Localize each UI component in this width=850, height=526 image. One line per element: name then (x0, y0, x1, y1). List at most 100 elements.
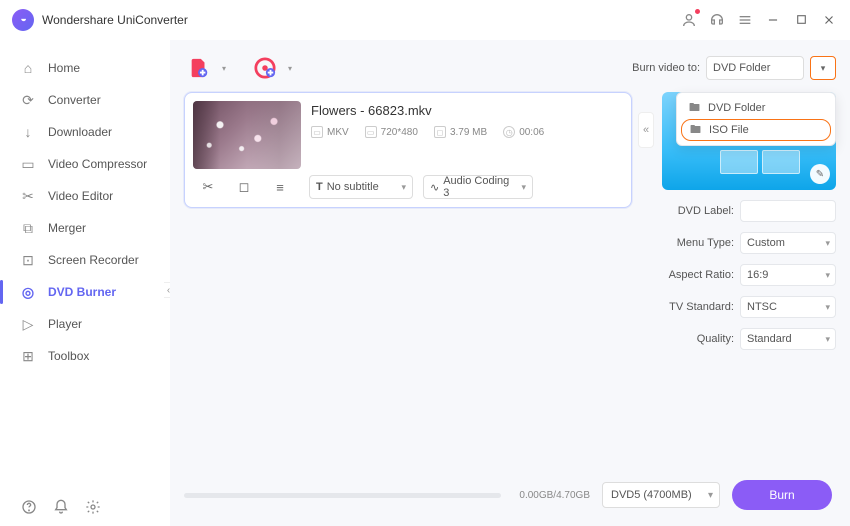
menu-type-label: Menu Type: (677, 237, 734, 249)
quality-label: Quality: (697, 333, 734, 345)
sidebar-item-video-compressor[interactable]: ▭ Video Compressor (0, 148, 170, 180)
audio-select[interactable]: ∿ Audio Coding 3 ▾ (423, 175, 533, 199)
chevron-down-icon[interactable]: ▾ (222, 64, 226, 73)
format-icon: ▭ (311, 126, 323, 138)
menu-type-select[interactable]: Custom (740, 232, 836, 254)
sidebar-item-label: Video Compressor (48, 157, 147, 171)
sidebar-item-home[interactable]: ⌂ Home (0, 52, 170, 84)
sidebar-item-video-editor[interactable]: ✂ Video Editor (0, 180, 170, 212)
user-icon[interactable] (680, 11, 698, 29)
toolbar: ▾ ▾ Burn video to: DVD Folder ▾ 🖿 DVD Fo… (184, 50, 836, 86)
maximize-button[interactable] (792, 11, 810, 29)
edit-theme-button[interactable]: ✎ (810, 164, 830, 184)
dropdown-item-label: ISO File (709, 124, 749, 136)
burn-target-select[interactable]: DVD Folder (706, 56, 804, 80)
sidebar-item-label: Home (48, 61, 80, 75)
aspect-ratio-label: Aspect Ratio: (669, 269, 734, 281)
help-icon[interactable] (20, 498, 38, 516)
file-card[interactable]: Flowers - 66823.mkv ▭ MKV ▭ 720*480 ◻ 3.79 … (184, 92, 632, 208)
sidebar-item-label: Downloader (48, 125, 112, 139)
resolution-icon: ▭ (365, 126, 377, 138)
chevron-down-icon: ▾ (521, 182, 526, 193)
dropdown-item-label: DVD Folder (708, 102, 765, 114)
aspect-ratio-select[interactable]: 16:9 (740, 264, 836, 286)
prev-theme-button[interactable]: « (638, 112, 654, 148)
burn-target-dropdown-button[interactable]: ▾ (810, 56, 836, 80)
dropdown-item-dvd-folder[interactable]: 🖿 DVD Folder (681, 97, 831, 119)
sidebar-item-label: Converter (48, 93, 101, 107)
file-duration: 00:06 (519, 127, 544, 138)
tv-standard-label: TV Standard: (669, 301, 734, 313)
merger-icon: ⧉ (20, 220, 36, 236)
audio-label: Audio Coding 3 (443, 175, 517, 199)
size-text: 0.00GB/4.70GB (519, 490, 590, 501)
dvd-label-input[interactable] (740, 200, 836, 222)
burn-to-label: Burn video to: (632, 62, 700, 74)
theme-slot (762, 150, 800, 174)
file-resolution: 720*480 (381, 127, 418, 138)
size-icon: ◻ (434, 126, 446, 138)
audio-wave-icon: ∿ (430, 181, 439, 194)
dvd-icon: ◎ (20, 284, 36, 300)
downloader-icon: ↓ (20, 124, 36, 140)
titlebar: Wondershare UniConverter (0, 0, 850, 40)
chevron-down-icon[interactable]: ▾ (288, 64, 292, 73)
menu-icon[interactable] (736, 11, 754, 29)
sidebar-item-label: DVD Burner (48, 285, 116, 299)
editor-icon: ✂ (20, 188, 36, 204)
sidebar-item-converter[interactable]: ⟳ Converter (0, 84, 170, 116)
file-size: 3.79 MB (450, 127, 487, 138)
file-title: Flowers - 66823.mkv (311, 103, 623, 118)
footer-bar: 0.00GB/4.70GB DVD5 (4700MB) Burn (184, 470, 836, 520)
sidebar-item-downloader[interactable]: ↓ Downloader (0, 116, 170, 148)
sidebar-item-label: Player (48, 317, 82, 331)
home-icon: ⌂ (20, 60, 36, 76)
player-icon: ▷ (20, 316, 36, 332)
subtitle-label: No subtitle (327, 181, 379, 193)
sidebar: ⌂ Home ⟳ Converter ↓ Downloader ▭ Video Comp… (0, 40, 170, 526)
add-disc-button[interactable] (250, 53, 280, 83)
iso-icon: 🖿 (690, 121, 701, 140)
burn-target-dropdown: 🖿 DVD Folder 🖿 ISO File (676, 92, 836, 146)
app-logo (12, 9, 34, 31)
dropdown-item-iso-file[interactable]: 🖿 ISO File (681, 119, 831, 141)
sidebar-item-merger[interactable]: ⧉ Merger (0, 212, 170, 244)
chevron-down-icon: ▾ (401, 182, 406, 193)
tv-standard-select[interactable]: NTSC (740, 296, 836, 318)
crop-button[interactable]: ◻ (231, 176, 257, 198)
minimize-button[interactable] (764, 11, 782, 29)
app-title: Wondershare UniConverter (42, 13, 188, 27)
subtitle-select[interactable]: T No subtitle ▾ (309, 175, 413, 199)
folder-icon: 🖿 (689, 99, 700, 118)
disc-type-select[interactable]: DVD5 (4700MB) (602, 482, 720, 508)
burn-button[interactable]: Burn (732, 480, 832, 510)
sidebar-item-player[interactable]: ▷ Player (0, 308, 170, 340)
theme-slot (720, 150, 758, 174)
support-icon[interactable] (708, 11, 726, 29)
notification-icon[interactable] (52, 498, 70, 516)
compressor-icon: ▭ (20, 156, 36, 172)
toolbox-icon: ⊞ (20, 348, 36, 364)
recorder-icon: ⊡ (20, 252, 36, 268)
file-format: MKV (327, 127, 349, 138)
sidebar-item-label: Screen Recorder (48, 253, 139, 267)
sidebar-item-screen-recorder[interactable]: ⊡ Screen Recorder (0, 244, 170, 276)
quality-select[interactable]: Standard (740, 328, 836, 350)
video-thumbnail[interactable] (193, 101, 301, 169)
main: ⌂ Home ⟳ Converter ↓ Downloader ▭ Video Comp… (0, 40, 850, 526)
effects-button[interactable]: ≡ (267, 176, 293, 198)
close-button[interactable] (820, 11, 838, 29)
sidebar-item-dvd-burner[interactable]: ◎ DVD Burner (0, 276, 170, 308)
duration-icon: ◷ (503, 126, 515, 138)
settings-icon[interactable] (84, 498, 102, 516)
sidebar-item-label: Toolbox (48, 349, 89, 363)
content: ▾ ▾ Burn video to: DVD Folder ▾ 🖿 DVD Fo… (170, 40, 850, 526)
dvd-label-label: DVD Label: (678, 205, 734, 217)
trim-button[interactable]: ✂ (195, 176, 221, 198)
add-file-button[interactable] (184, 53, 214, 83)
sidebar-item-toolbox[interactable]: ⊞ Toolbox (0, 340, 170, 372)
sidebar-item-label: Merger (48, 221, 86, 235)
size-progress-bar (184, 493, 501, 498)
converter-icon: ⟳ (20, 92, 36, 108)
sidebar-item-label: Video Editor (48, 189, 113, 203)
